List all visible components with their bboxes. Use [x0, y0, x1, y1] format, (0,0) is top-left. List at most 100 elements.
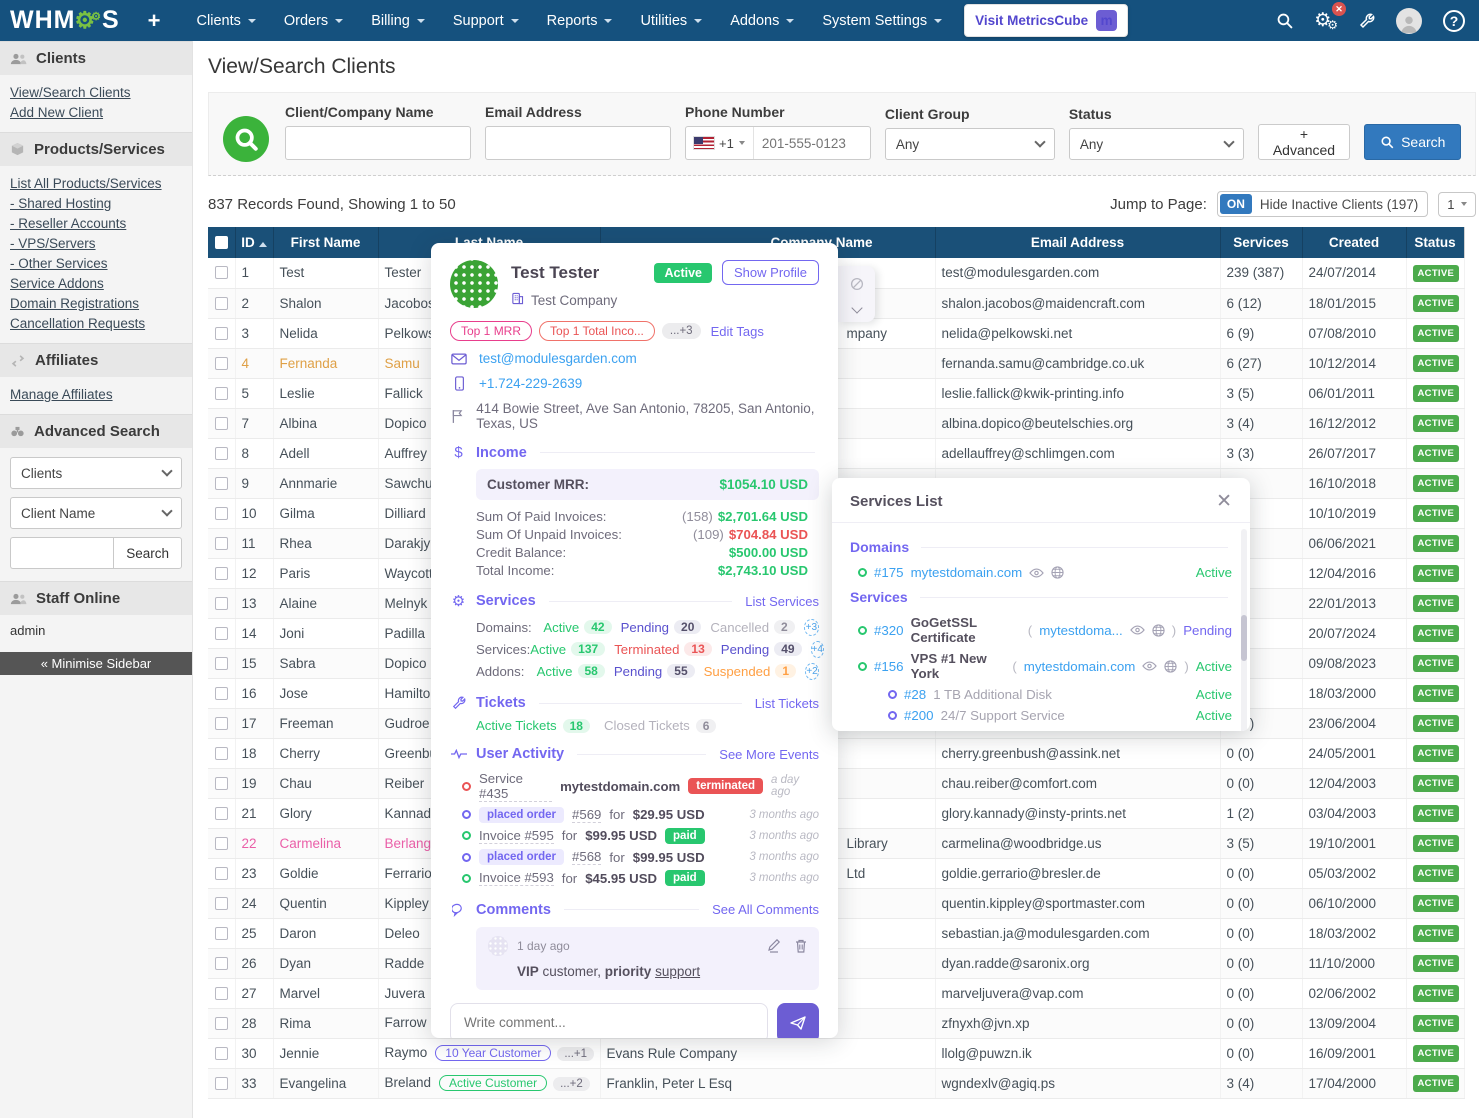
automation-status-icon[interactable]: ⚙⚙✕: [1314, 9, 1338, 32]
email-address-input[interactable]: [485, 126, 671, 160]
row-checkbox[interactable]: [215, 1017, 228, 1030]
client-email-link[interactable]: test@modulesgarden.com: [479, 351, 637, 366]
edit-tags-link[interactable]: Edit Tags: [711, 324, 764, 339]
nav-item-reports[interactable]: Reports: [535, 3, 625, 39]
row-checkbox[interactable]: [215, 507, 228, 520]
advanced-search-select-2[interactable]: Client Name: [10, 497, 182, 529]
row-checkbox[interactable]: [215, 807, 228, 820]
close-icon[interactable]: ✕: [1216, 492, 1232, 511]
chevron-down-icon[interactable]: [851, 302, 862, 313]
row-checkbox[interactable]: [215, 477, 228, 490]
service-id-link[interactable]: #156: [874, 659, 904, 674]
more-tags-chip[interactable]: ...+3: [662, 323, 701, 339]
row-checkbox[interactable]: [215, 297, 228, 310]
search-icon[interactable]: [1276, 12, 1293, 29]
column-header-email-address[interactable]: Email Address: [935, 227, 1220, 258]
phone-country-select[interactable]: +1: [686, 127, 754, 159]
popup-scrollbar-thumb[interactable]: [1241, 615, 1247, 661]
row-checkbox[interactable]: [215, 657, 228, 670]
page-number-select[interactable]: 1: [1438, 192, 1476, 217]
row-checkbox[interactable]: [215, 266, 228, 279]
phone-number-input[interactable]: [754, 136, 870, 151]
service-domain-link[interactable]: mytestdoma...: [1039, 623, 1123, 638]
status-select[interactable]: Any: [1069, 128, 1244, 160]
table-row[interactable]: 30JennieRaymo10 Year Customer...+1Evans …: [208, 1038, 1464, 1068]
column-header-first-name[interactable]: First Name: [273, 227, 378, 258]
service-id-link[interactable]: #320: [874, 623, 904, 638]
eye-icon[interactable]: [1142, 661, 1157, 671]
advanced-search-button[interactable]: Search: [113, 537, 182, 569]
column-header-status[interactable]: Status: [1406, 227, 1464, 258]
write-comment-input[interactable]: [450, 1003, 768, 1038]
sidebar-item--other-services[interactable]: - Other Services: [10, 253, 182, 273]
sidebar-item-list-all-products-services[interactable]: List All Products/Services: [10, 173, 182, 193]
admin-avatar[interactable]: [1396, 8, 1422, 34]
nav-item-billing[interactable]: Billing: [359, 3, 437, 39]
row-checkbox[interactable]: [215, 867, 228, 880]
service-id-link[interactable]: #200: [904, 708, 934, 723]
row-checkbox[interactable]: [215, 717, 228, 730]
sidebar-item--shared-hosting[interactable]: - Shared Hosting: [10, 193, 182, 213]
activity-link[interactable]: #568: [572, 849, 601, 865]
row-checkbox[interactable]: [215, 927, 228, 940]
row-checkbox[interactable]: [215, 567, 228, 580]
more-statuses-chip[interactable]: +2: [805, 663, 819, 680]
activity-link[interactable]: Invoice #593: [479, 870, 554, 886]
client-company-name-input[interactable]: [285, 126, 471, 160]
sidebar-item-cancellation-requests[interactable]: Cancellation Requests: [10, 313, 182, 333]
nav-item-orders[interactable]: Orders: [272, 3, 355, 39]
nav-item-utilities[interactable]: Utilities: [628, 3, 714, 39]
row-checkbox[interactable]: [215, 327, 228, 340]
row-checkbox[interactable]: [215, 897, 228, 910]
delete-comment-icon[interactable]: [795, 939, 807, 953]
show-profile-button[interactable]: Show Profile: [722, 260, 819, 285]
minimise-sidebar-button[interactable]: « Minimise Sidebar: [0, 652, 192, 675]
more-tags-chip[interactable]: ...+2: [553, 1077, 590, 1091]
row-checkbox[interactable]: [215, 417, 228, 430]
nav-item-system-settings[interactable]: System Settings: [810, 3, 954, 39]
wrench-icon[interactable]: [1359, 13, 1375, 29]
service-id-link[interactable]: #175: [874, 565, 904, 580]
advanced-search-input[interactable]: [10, 537, 113, 569]
row-checkbox[interactable]: [215, 777, 228, 790]
send-comment-button[interactable]: [777, 1003, 819, 1038]
service-id-link[interactable]: #28: [904, 687, 926, 702]
sidebar-item-add-new-client[interactable]: Add New Client: [10, 102, 182, 122]
hide-inactive-toggle[interactable]: ON Hide Inactive Clients (197): [1217, 191, 1428, 217]
eye-icon[interactable]: [1029, 568, 1044, 578]
advanced-search-select-1[interactable]: Clients: [10, 457, 182, 489]
row-checkbox[interactable]: [215, 1047, 228, 1060]
client-group-select[interactable]: Any: [885, 128, 1055, 160]
whmcs-logo[interactable]: WHM⚙⚙S: [10, 6, 120, 35]
more-statuses-chip[interactable]: +4: [811, 641, 824, 658]
select-all-checkbox[interactable]: [215, 236, 228, 249]
list-tickets-link[interactable]: List Tickets: [755, 696, 819, 711]
globe-icon[interactable]: [1164, 660, 1177, 673]
activity-link[interactable]: #569: [572, 807, 601, 823]
globe-icon[interactable]: [1051, 566, 1064, 579]
activity-link[interactable]: Service #435: [479, 771, 552, 802]
eye-icon[interactable]: [1130, 625, 1145, 635]
sidebar-item-domain-registrations[interactable]: Domain Registrations: [10, 293, 182, 313]
row-checkbox[interactable]: [215, 837, 228, 850]
client-phone-link[interactable]: +1.724-229-2639: [479, 376, 582, 391]
service-domain-link[interactable]: mytestdomain.com: [1024, 659, 1136, 674]
more-tags-chip[interactable]: ...+1: [557, 1047, 594, 1061]
advanced-button[interactable]: + Advanced: [1258, 124, 1350, 160]
nav-item-clients[interactable]: Clients: [185, 3, 268, 39]
row-checkbox[interactable]: [215, 627, 228, 640]
sidebar-item--reseller-accounts[interactable]: - Reseller Accounts: [10, 213, 182, 233]
column-header-id[interactable]: ID: [235, 227, 273, 258]
quick-add-icon[interactable]: +: [148, 8, 161, 34]
visit-metricscube-button[interactable]: Visit MetricsCube m: [964, 4, 1128, 37]
more-statuses-chip[interactable]: +3: [804, 619, 819, 636]
row-checkbox[interactable]: [215, 1077, 228, 1090]
service-name[interactable]: mytestdomain.com: [911, 565, 1023, 580]
row-checkbox[interactable]: [215, 747, 228, 760]
sidebar-item-view-search-clients[interactable]: View/Search Clients: [10, 82, 182, 102]
row-checkbox[interactable]: [215, 537, 228, 550]
service-id-link[interactable]: #201: [904, 729, 934, 731]
help-icon[interactable]: ?: [1443, 10, 1465, 32]
row-checkbox[interactable]: [215, 357, 228, 370]
row-checkbox[interactable]: [215, 687, 228, 700]
